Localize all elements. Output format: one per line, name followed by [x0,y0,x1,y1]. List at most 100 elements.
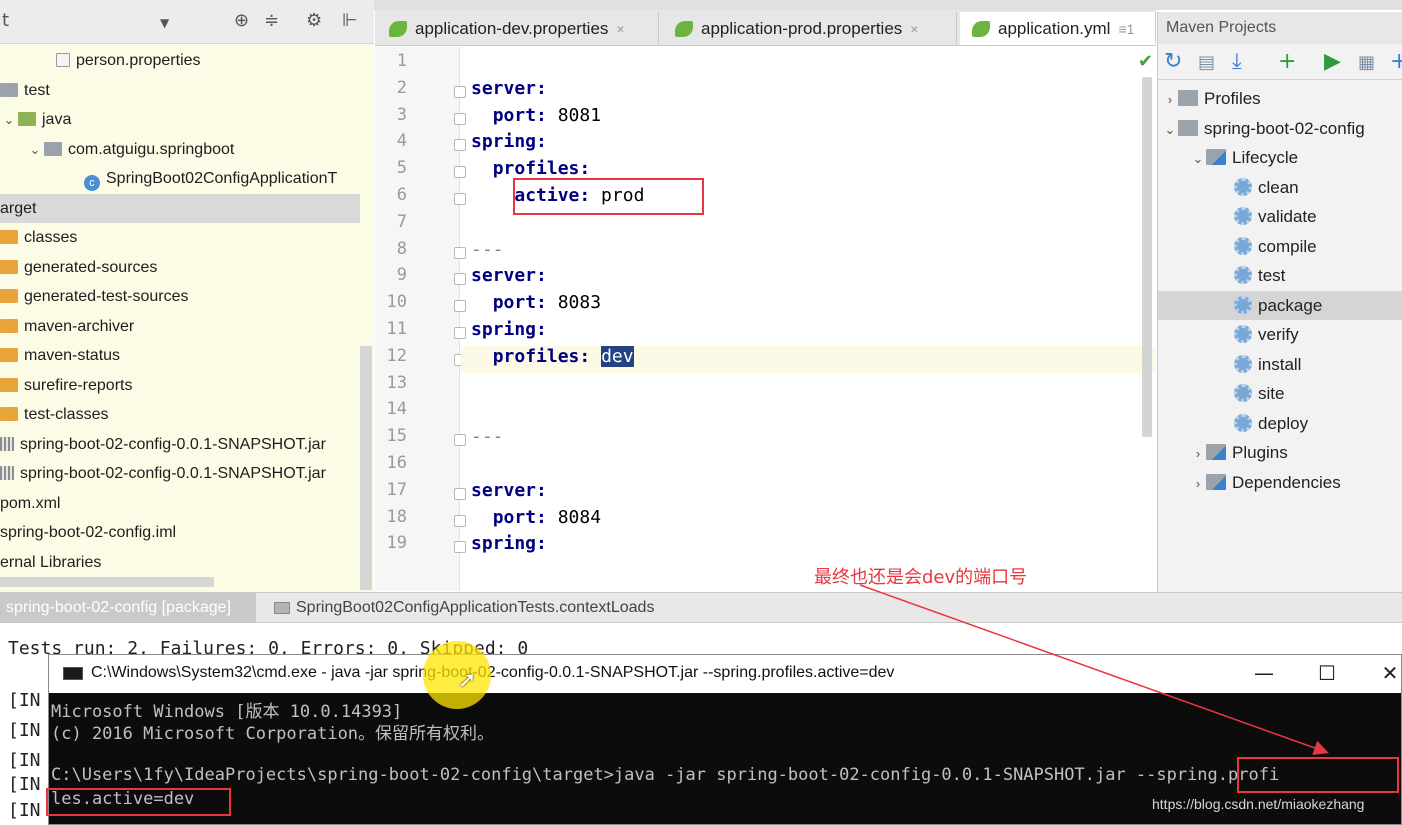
generate-sources-icon[interactable]: ▤ [1198,52,1215,73]
execute-goal-icon[interactable]: ▦ [1358,52,1375,73]
class-icon: c [84,175,100,191]
tab-application-yml[interactable]: application.yml ≡1 [960,12,1156,45]
collapse-all-icon[interactable]: ≑ [264,10,279,31]
tree-item[interactable]: spring-boot-02-config.iml [0,518,360,548]
maven-tree-label: clean [1258,177,1299,197]
chevron-down-icon[interactable]: ⌄ [26,135,44,165]
tree-item[interactable]: pom.xml [0,489,360,519]
maven-panel-title: Maven Projects [1158,12,1402,44]
tree-item[interactable]: ⌄ com.atguigu.springboot [0,135,360,165]
yaml-value: 8083 [546,292,602,314]
maven-tree-label: validate [1258,207,1317,226]
fold-marker-icon[interactable] [454,273,466,286]
download-icon[interactable]: ⤓ [1232,49,1242,74]
fold-marker-icon[interactable] [454,246,466,259]
close-tab-icon[interactable]: × [910,21,918,37]
minimize-button[interactable]: — [1249,661,1279,685]
fold-marker-icon[interactable] [454,166,466,179]
maven-tree-item[interactable]: › Profiles [1158,84,1402,114]
tree-item[interactable]: ⌄ java [0,105,360,135]
chevron-down-icon[interactable]: ⌄ [1190,144,1206,174]
project-vertical-scrollbar[interactable] [360,346,372,590]
tree-item-label: classes [24,229,78,246]
project-view-label[interactable]: t [2,10,9,31]
fold-marker-icon[interactable] [454,300,466,313]
tree-item[interactable]: maven-status [0,341,360,371]
tree-item[interactable]: arget [0,193,360,223]
close-tab-icon[interactable]: × [616,21,624,37]
chevron-right-icon[interactable]: › [1190,439,1206,469]
folder-icon [0,377,18,392]
close-button[interactable]: ✕ [1375,661,1401,685]
folder-icon [0,230,18,244]
line-number: 16 [386,453,407,473]
tree-item-label: generated-sources [24,258,158,276]
maven-tree-item[interactable]: deploy [1158,409,1402,439]
line-number: 8 [396,238,407,259]
maven-tree-item[interactable]: ⌄ Lifecycle [1158,143,1402,173]
fold-marker-icon[interactable] [454,541,466,554]
chevron-down-icon[interactable]: ⌄ [0,105,18,135]
tree-item[interactable]: person.properties [0,46,360,76]
yaml-key: port: [492,292,547,314]
chevron-right-icon[interactable]: › [1162,85,1178,115]
folder-icon [0,289,18,303]
maven-tree-label: Profiles [1204,89,1261,108]
tab-overflow-icon[interactable]: ≡1 [1118,21,1134,37]
maven-tree-label: install [1258,354,1302,374]
tree-item[interactable]: spring-boot-02-config-0.0.1-SNAPSHOT.jar [0,430,360,460]
editor-vertical-scrollbar[interactable] [1142,77,1152,437]
tab-application-prod-properties[interactable]: application-prod.properties × [663,12,957,45]
run-tab-package[interactable]: spring-boot-02-config [package] [0,593,256,623]
fold-marker-icon[interactable] [454,112,466,125]
run-icon[interactable]: ▶ [1324,49,1341,74]
fold-marker-icon[interactable] [454,487,466,500]
fold-marker-icon[interactable] [454,514,466,527]
line-number: 18 [386,506,407,527]
fold-marker-icon[interactable] [454,327,466,339]
tree-item[interactable]: c SpringBoot02ConfigApplicationT [0,164,360,194]
maven-tree-item[interactable]: site [1158,379,1402,409]
run-tab-contextloads[interactable]: SpringBoot02ConfigApplicationTests.conte… [266,593,660,623]
line-number: 3 [396,104,407,125]
maven-tree-item[interactable]: clean [1158,173,1402,203]
fold-marker-icon[interactable] [454,434,466,447]
tree-item[interactable]: surefire-reports [0,371,360,401]
maven-tree-item[interactable]: install [1158,350,1402,380]
tree-item[interactable]: maven-archiver [0,312,360,342]
maven-tree-item[interactable]: package [1158,290,1402,320]
inspection-ok-check-icon[interactable]: ✔ [1138,51,1153,72]
tree-item[interactable]: test [0,76,360,106]
maximize-button[interactable]: ☐ [1312,661,1342,685]
tree-item-label: maven-status [24,347,121,364]
tree-item[interactable]: ernal Libraries [0,548,360,578]
toggle-offline-icon[interactable]: + [1390,49,1402,74]
maven-tree-item[interactable]: validate [1158,202,1402,232]
tree-item[interactable]: test-classes [0,400,360,430]
maven-tree-item[interactable]: › Plugins [1158,438,1402,468]
tree-item[interactable]: generated-test-sources [0,282,360,312]
maven-tree-item[interactable]: test [1158,261,1402,291]
fold-marker-icon[interactable] [454,85,466,98]
tree-item[interactable]: generated-sources [0,253,360,283]
project-horizontal-scrollbar[interactable] [0,577,214,587]
reimport-icon[interactable]: ↻ [1164,49,1182,74]
hide-panel-icon[interactable]: ⊩ [342,10,358,31]
scroll-from-source-icon[interactable]: ⊕ [234,10,249,31]
chevron-down-icon[interactable]: ⌄ [1162,115,1178,145]
cmd-titlebar[interactable]: C:\Windows\System32\cmd.exe - java -jar … [49,655,1401,693]
fold-marker-icon[interactable] [454,139,466,152]
fold-marker-icon[interactable] [454,193,466,205]
maven-tree-item[interactable]: ⌄ spring-boot-02-config [1158,114,1402,144]
tab-application-dev-properties[interactable]: application-dev.properties × [377,12,659,45]
tree-item[interactable]: spring-boot-02-config-0.0.1-SNAPSHOT.jar [0,459,360,489]
maven-tree-item[interactable]: verify [1158,320,1402,350]
settings-gear-icon[interactable]: ⚙ [306,10,322,31]
maven-tree-item[interactable]: › Dependencies [1158,468,1402,498]
code-editor[interactable]: 1 2 3 4 5 6 7 8 9 10 11 12 13 14 15 16 17 18 19 server: po… [375,47,1156,591]
tree-item[interactable]: classes [0,223,360,253]
chevron-right-icon[interactable]: › [1190,469,1206,499]
view-dropdown-icon[interactable]: ▼ [160,16,169,30]
add-maven-project-icon[interactable]: + [1278,49,1296,74]
maven-tree-item[interactable]: compile [1158,232,1402,262]
